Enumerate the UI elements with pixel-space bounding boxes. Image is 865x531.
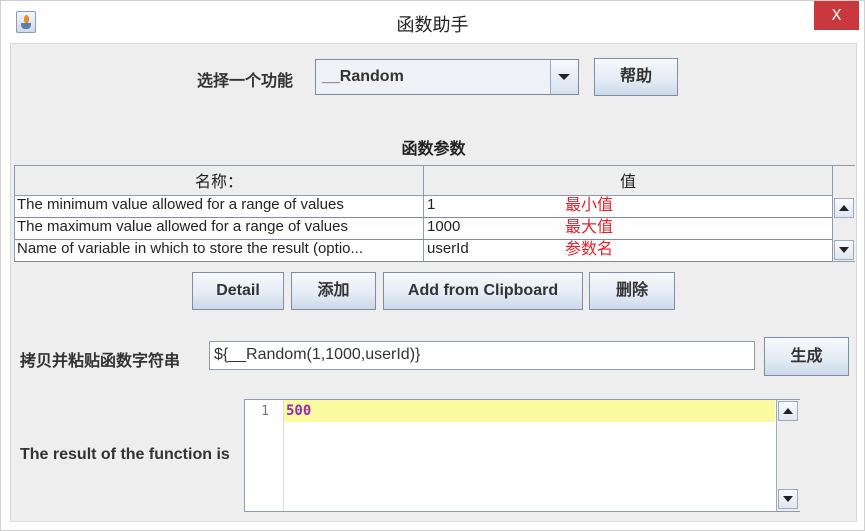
function-helper-dialog: 函数助手 X 选择一个功能 __Random 帮助 函数参数 名称： 值 The… — [0, 0, 865, 531]
annotation-label: 最大值 — [565, 219, 614, 236]
chevron-down-icon — [558, 74, 570, 80]
close-button[interactable]: X — [814, 1, 859, 30]
params-section-title: 函数参数 — [401, 141, 466, 158]
delete-button[interactable]: 删除 — [589, 272, 675, 310]
annotation-label: 参数名 — [565, 241, 614, 258]
result-editor[interactable]: 1 500 — [244, 399, 800, 512]
table-row[interactable]: The maximum value allowed for a range of… — [15, 218, 832, 240]
table-row[interactable]: Name of variable in which to store the r… — [15, 240, 832, 262]
param-name: Name of variable in which to store the r… — [17, 240, 363, 257]
arrow-down-icon — [839, 247, 849, 253]
add-from-clipboard-button[interactable]: Add from Clipboard — [383, 272, 583, 310]
detail-button[interactable]: Detail — [192, 272, 284, 310]
function-string-label: 拷贝并粘贴函数字符串 — [20, 353, 181, 370]
table-header: 名称： 值 — [15, 166, 832, 196]
result-text[interactable]: 500 — [286, 403, 311, 419]
column-header-name[interactable]: 名称： — [15, 166, 424, 195]
function-string-input[interactable]: ${__Random(1,1000,userId)} — [209, 341, 755, 370]
function-select-label: 选择一个功能 — [197, 73, 294, 90]
title-bar: 函数助手 X — [1, 1, 864, 43]
scroll-up-button[interactable] — [834, 198, 854, 218]
current-line-highlight — [284, 400, 775, 422]
scroll-down-button[interactable] — [834, 240, 854, 260]
line-number-gutter: 1 — [245, 400, 284, 511]
generate-button[interactable]: 生成 — [764, 337, 849, 376]
main-panel: 选择一个功能 __Random 帮助 函数参数 名称： 值 The minimu… — [10, 43, 857, 522]
function-combobox-value: __Random — [322, 68, 404, 85]
param-name: The maximum value allowed for a range of… — [17, 218, 348, 235]
arrow-down-icon — [783, 496, 793, 502]
line-number: 1 — [261, 404, 269, 419]
table-scrollbar[interactable] — [832, 166, 855, 261]
function-combobox[interactable]: __Random — [315, 59, 579, 95]
editor-scrollbar[interactable] — [776, 400, 800, 511]
help-button[interactable]: 帮助 — [594, 58, 678, 96]
column-header-value[interactable]: 值 — [424, 166, 832, 195]
result-label: The result of the function is — [20, 446, 230, 463]
param-value[interactable]: userId — [427, 240, 577, 261]
scroll-up-button[interactable] — [778, 401, 798, 421]
param-name: The minimum value allowed for a range of… — [17, 196, 344, 213]
params-table: 名称： 值 The minimum value allowed for a ra… — [14, 165, 855, 262]
scroll-down-button[interactable] — [778, 489, 798, 509]
window-title: 函数助手 — [396, 15, 469, 35]
annotation-label: 最小值 — [565, 197, 614, 214]
table-row[interactable]: The minimum value allowed for a range of… — [15, 196, 832, 218]
param-value[interactable]: 1 — [427, 196, 577, 217]
arrow-up-icon — [839, 205, 849, 211]
arrow-up-icon — [783, 408, 793, 414]
combobox-dropdown-button[interactable] — [550, 60, 578, 94]
add-button[interactable]: 添加 — [291, 272, 376, 310]
param-value[interactable]: 1000 — [427, 218, 577, 239]
